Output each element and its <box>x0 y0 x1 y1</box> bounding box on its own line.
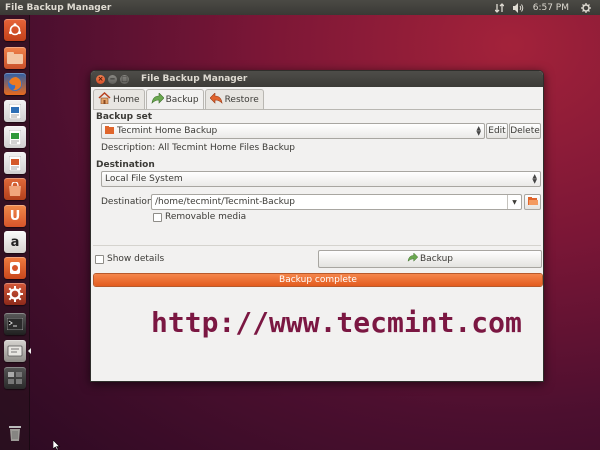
destination-heading: Destination <box>96 160 155 170</box>
destination-path-value: /home/tecmint/Tecmint-Backup <box>155 197 295 207</box>
session-gear-icon[interactable] <box>581 2 591 13</box>
window-titlebar[interactable]: × − □ File Backup Manager <box>91 71 543 87</box>
removable-media-checkbox[interactable] <box>153 213 162 222</box>
workspace-switcher-icon[interactable] <box>4 367 26 389</box>
restore-arrow-icon <box>209 91 223 107</box>
maximize-icon[interactable]: □ <box>120 74 129 84</box>
backup-set-value: Tecmint Home Backup <box>117 126 218 136</box>
removable-media-label: Removable media <box>165 212 247 222</box>
backup-arrow-icon <box>407 252 419 265</box>
tab-home-label: Home <box>113 94 140 105</box>
terminal-icon[interactable] <box>4 313 26 335</box>
window-title: File Backup Manager <box>141 74 248 84</box>
backup-set-select[interactable]: Tecmint Home Backup ▲ ▼ <box>101 123 485 139</box>
destination-type-value: Local File System <box>105 174 183 184</box>
launcher: U a <box>0 15 31 450</box>
impress-icon[interactable] <box>4 152 26 174</box>
firefox-icon[interactable] <box>4 73 26 95</box>
delete-button[interactable]: Delete <box>509 123 541 139</box>
ubuntu-one-music-icon[interactable] <box>4 257 26 279</box>
tab-divider <box>93 109 541 110</box>
indicator-area: 6:57 PM <box>494 2 600 13</box>
dash-icon[interactable] <box>4 19 26 41</box>
destination-path-field[interactable]: /home/tecmint/Tecmint-Backup ▼ <box>151 194 522 210</box>
writer-icon[interactable] <box>4 100 26 122</box>
tab-backup-label: Backup <box>165 95 199 105</box>
backup-button[interactable]: Backup <box>318 250 542 268</box>
file-backup-manager-icon[interactable] <box>4 340 26 362</box>
backup-button-label: Backup <box>420 254 453 264</box>
show-details-checkbox[interactable] <box>95 255 104 264</box>
show-details-label: Show details <box>107 254 165 264</box>
mouse-cursor-icon <box>52 439 61 450</box>
folder-icon <box>105 125 114 137</box>
file-backup-manager-window: × − □ File Backup Manager Home Backup Re… <box>90 70 544 382</box>
tab-bar: Home Backup Restore <box>93 89 265 110</box>
backup-set-heading: Backup set <box>96 112 152 122</box>
folder-open-icon <box>527 196 538 208</box>
progress-text: Backup complete <box>279 275 357 285</box>
watermark-text: http://www.tecmint.com <box>151 306 522 339</box>
tab-backup[interactable]: Backup <box>145 89 204 110</box>
tab-restore[interactable]: Restore <box>204 89 264 109</box>
active-app-title: File Backup Manager <box>5 2 112 13</box>
clock[interactable]: 6:57 PM <box>533 3 569 13</box>
browse-folder-button[interactable] <box>524 194 541 210</box>
tab-restore-label: Restore <box>224 94 259 105</box>
top-panel: File Backup Manager 6:57 PM <box>0 0 600 15</box>
network-icon[interactable] <box>494 2 504 13</box>
system-settings-icon[interactable] <box>4 283 26 305</box>
home-icon <box>98 91 111 107</box>
minimize-icon[interactable]: − <box>108 74 117 84</box>
amazon-icon[interactable]: a <box>4 231 26 253</box>
calc-icon[interactable] <box>4 126 26 148</box>
combo-arrows-icon: ▲ ▼ <box>476 125 481 137</box>
close-icon[interactable]: × <box>96 74 105 84</box>
files-icon[interactable] <box>4 47 26 69</box>
dropdown-arrow-icon[interactable]: ▼ <box>507 195 521 209</box>
separator <box>93 245 541 246</box>
backup-arrow-icon <box>151 92 165 107</box>
edit-button[interactable]: Edit <box>486 123 508 139</box>
destination-path-label: Destination: <box>101 197 156 207</box>
backup-set-description: Description: All Tecmint Home Files Back… <box>101 143 296 153</box>
ubuntu-one-icon[interactable]: U <box>4 205 26 227</box>
software-center-icon[interactable] <box>4 178 26 200</box>
tab-home[interactable]: Home <box>93 89 145 109</box>
sound-icon[interactable] <box>512 2 524 13</box>
trash-icon[interactable] <box>4 422 26 444</box>
running-indicator <box>28 348 31 354</box>
backup-progress-bar: Backup complete <box>93 273 543 287</box>
destination-type-select[interactable]: Local File System ▲ ▼ <box>101 171 541 187</box>
combo-arrows-icon: ▲ ▼ <box>532 173 537 185</box>
